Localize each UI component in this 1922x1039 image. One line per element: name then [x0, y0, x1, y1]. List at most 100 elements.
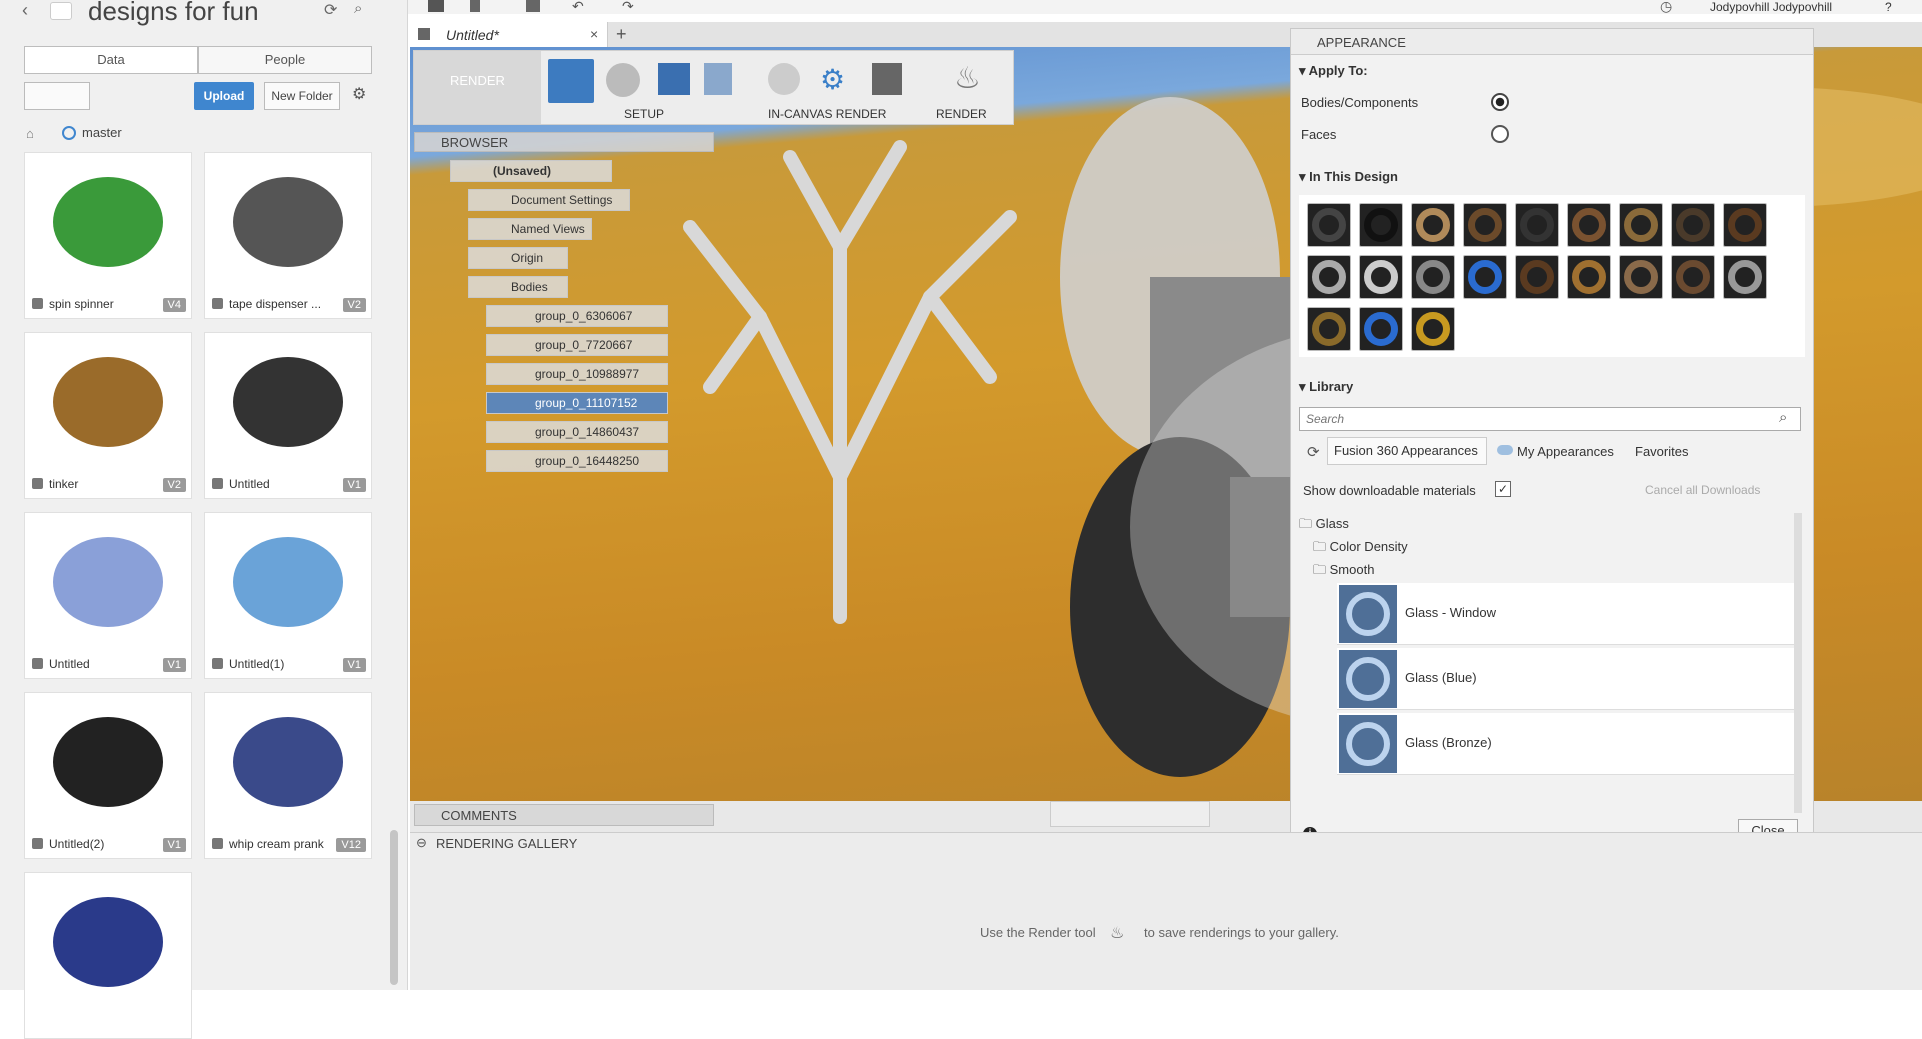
library-heading[interactable]: ▾ Library: [1299, 379, 1353, 395]
appearance-swatch[interactable]: [1619, 255, 1663, 299]
file-icon[interactable]: [470, 0, 480, 12]
setup-menu[interactable]: SETUP: [624, 107, 664, 121]
appearance-swatch[interactable]: [1411, 307, 1455, 351]
tab-people[interactable]: People: [198, 46, 372, 74]
render-button[interactable]: RENDER: [936, 107, 987, 121]
tree-item-body[interactable]: group_0_10988977: [486, 363, 668, 385]
history-icon[interactable]: ◷: [1660, 0, 1672, 15]
scene-settings-icon[interactable]: [548, 59, 594, 103]
tree-item-origin[interactable]: Origin: [468, 247, 568, 269]
in-canvas-render-icon[interactable]: [768, 63, 800, 95]
appearance-swatch[interactable]: [1307, 203, 1351, 247]
document-tab[interactable]: Untitled* ×: [410, 22, 608, 48]
appearance-swatch[interactable]: [1671, 255, 1715, 299]
tree-item-body[interactable]: group_0_14860437: [486, 421, 668, 443]
material-item[interactable]: Glass (Blue): [1337, 648, 1802, 710]
tree-item-body[interactable]: group_0_6306067: [486, 305, 668, 327]
upload-button[interactable]: Upload: [194, 82, 254, 110]
appearance-swatch[interactable]: [1411, 255, 1455, 299]
appearance-swatch[interactable]: [1463, 203, 1507, 247]
teapot-icon[interactable]: ♨: [954, 61, 981, 96]
tree-item-named-views[interactable]: Named Views: [468, 218, 592, 240]
grid-menu-icon[interactable]: [428, 0, 444, 12]
folder-color-density[interactable]: 🗀 Color Density: [1313, 538, 1408, 560]
comments-bar[interactable]: COMMENTS: [414, 804, 714, 826]
design-thumbnail: [25, 513, 191, 651]
appearance-swatch[interactable]: [1359, 307, 1403, 351]
design-card[interactable]: tinker V2: [24, 332, 192, 499]
branch-name[interactable]: master: [82, 125, 122, 140]
search-icon[interactable]: ⌕: [354, 0, 362, 17]
appearance-swatch[interactable]: [1515, 255, 1559, 299]
new-folder-button[interactable]: New Folder: [264, 82, 340, 110]
design-card[interactable]: Untitled(2) V1: [24, 692, 192, 859]
view-toggle[interactable]: [24, 82, 90, 110]
refresh-icon[interactable]: ⟳: [324, 0, 337, 20]
folder-smooth[interactable]: 🗀 Smooth: [1313, 561, 1374, 583]
tree-item-document-settings[interactable]: Document Settings: [468, 189, 630, 211]
design-card[interactable]: spin spinner V4: [24, 152, 192, 319]
bodies-components-radio[interactable]: [1491, 93, 1509, 111]
design-card[interactable]: Untitled(1) V1: [204, 512, 372, 679]
folder-glass[interactable]: 🗀 Glass: [1299, 515, 1349, 537]
sync-icon[interactable]: ⟳: [1307, 443, 1320, 461]
gear-icon[interactable]: ⚙: [352, 84, 366, 104]
cancel-downloads-link[interactable]: Cancel all Downloads: [1645, 483, 1760, 497]
search-icon[interactable]: ⌕: [1779, 409, 1787, 426]
navigation-bar[interactable]: [1050, 801, 1210, 827]
home-icon[interactable]: ⌂: [26, 126, 34, 141]
material-item[interactable]: Glass (Bronze): [1337, 713, 1802, 775]
appearance-swatch[interactable]: [1359, 203, 1403, 247]
appearance-swatch[interactable]: [1463, 255, 1507, 299]
appearance-swatch[interactable]: [1723, 255, 1767, 299]
show-downloadable-checkbox[interactable]: ✓: [1495, 481, 1511, 497]
appearance-swatch[interactable]: [1567, 203, 1611, 247]
tree-item-bodies[interactable]: Bodies: [468, 276, 568, 298]
library-scrollbar[interactable]: [1794, 513, 1802, 813]
settings-gear-icon[interactable]: ⚙: [820, 63, 845, 96]
tree-item-body[interactable]: group_0_16448250: [486, 450, 668, 472]
back-icon[interactable]: ‹: [22, 0, 28, 21]
user-menu[interactable]: Jodypovhill Jodypovhill: [1710, 0, 1832, 14]
apply-to-heading[interactable]: ▾ Apply To:: [1299, 63, 1368, 79]
appearance-swatch[interactable]: [1307, 307, 1351, 351]
appearance-swatch[interactable]: [1307, 255, 1351, 299]
workspace-switcher[interactable]: RENDER: [414, 51, 541, 124]
tree-item-body[interactable]: group_0_11107152: [486, 392, 668, 414]
gallery-collapse-icon[interactable]: ⊖: [416, 835, 427, 851]
appearance-swatch[interactable]: [1671, 203, 1715, 247]
tab-fusion-appearances[interactable]: Fusion 360 Appearances: [1327, 437, 1487, 465]
in-this-design-heading[interactable]: ▾ In This Design: [1299, 169, 1398, 185]
save-icon[interactable]: [526, 0, 540, 12]
tab-data[interactable]: Data: [24, 46, 198, 74]
design-card[interactable]: Untitled V1: [24, 512, 192, 679]
design-card[interactable]: [24, 872, 192, 1039]
tree-item-body[interactable]: group_0_7720667: [486, 334, 668, 356]
in-canvas-render-menu[interactable]: IN-CANVAS RENDER: [768, 107, 886, 121]
decal-icon[interactable]: [704, 63, 732, 95]
texture-map-icon[interactable]: [658, 63, 690, 95]
help-icon[interactable]: ?: [1885, 0, 1892, 14]
capture-image-icon[interactable]: [872, 63, 902, 95]
appearance-swatch[interactable]: [1619, 203, 1663, 247]
design-card[interactable]: whip cream prank V12: [204, 692, 372, 859]
undo-icon[interactable]: ↶: [572, 0, 584, 15]
appearance-swatch[interactable]: [1515, 203, 1559, 247]
browser-root[interactable]: (Unsaved): [450, 160, 612, 182]
tab-favorites[interactable]: Favorites: [1635, 444, 1688, 459]
appearance-swatch[interactable]: [1567, 255, 1611, 299]
design-card[interactable]: Untitled V1: [204, 332, 372, 499]
new-tab-icon[interactable]: +: [616, 24, 627, 45]
appearance-swatch[interactable]: [1411, 203, 1455, 247]
library-search-input[interactable]: [1299, 407, 1801, 431]
redo-icon[interactable]: ↷: [622, 0, 634, 15]
appearance-swatch[interactable]: [1359, 255, 1403, 299]
design-card[interactable]: tape dispenser ... V2: [204, 152, 372, 319]
faces-radio[interactable]: [1491, 125, 1509, 143]
appearance-swatch[interactable]: [1723, 203, 1767, 247]
scrollbar[interactable]: [390, 830, 398, 985]
close-tab-icon[interactable]: ×: [590, 26, 598, 42]
appearance-icon[interactable]: [606, 63, 640, 97]
material-item[interactable]: Glass - Window: [1337, 583, 1802, 645]
tab-my-appearances[interactable]: My Appearances: [1517, 444, 1614, 459]
